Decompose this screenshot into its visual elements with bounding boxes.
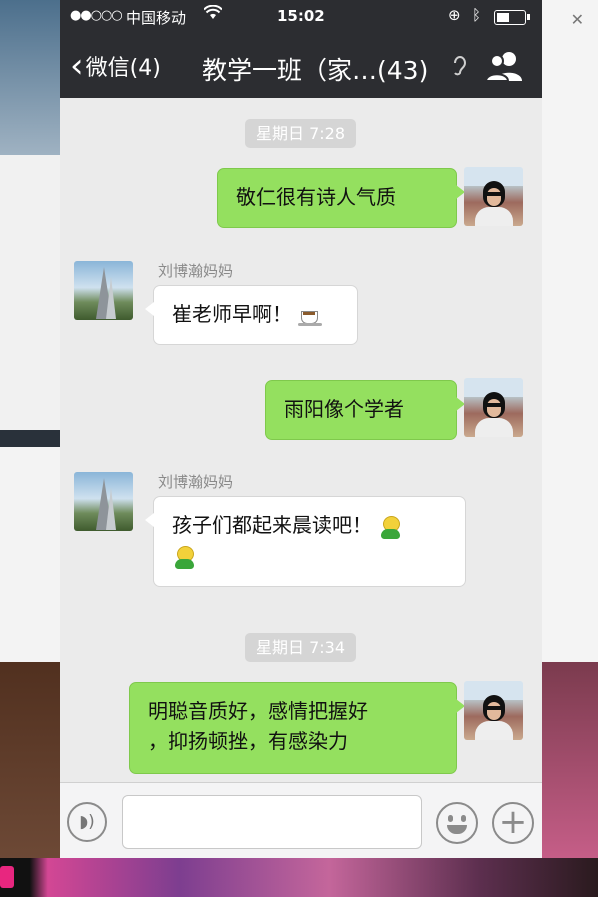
plus-button[interactable]: +: [492, 802, 534, 844]
input-bar: ◗) +: [60, 782, 542, 858]
received-message[interactable]: 孩子们都起来晨读吧！: [145, 496, 466, 587]
my-avatar[interactable]: [464, 378, 523, 437]
received-message[interactable]: 崔老师早啊！: [145, 285, 358, 345]
desktop-left-edge: [0, 0, 60, 860]
sprout-emoji-icon: [172, 544, 198, 570]
desktop-right-edge: [542, 0, 598, 860]
my-avatar[interactable]: [464, 681, 523, 740]
sender-avatar[interactable]: [74, 472, 133, 531]
clock: 15:02: [277, 7, 325, 25]
message-text-line1: 明聪音质好，感情把握好: [148, 699, 368, 723]
coffee-icon: [298, 305, 323, 327]
group-members-icon[interactable]: [484, 50, 525, 82]
message-text-line2: ，抑扬顿挫，有感染力: [148, 729, 348, 753]
timestamp: 星期日 7:34: [245, 633, 356, 662]
battery-icon: [494, 10, 530, 25]
message-text: 崔老师早啊！: [172, 302, 292, 326]
close-icon[interactable]: ✕: [571, 10, 584, 29]
voice-icon: ◗): [79, 812, 95, 832]
carrier-label: 中国移动: [126, 9, 187, 27]
taskbar-app-icon[interactable]: [0, 866, 14, 888]
status-bar: ●●○○○ 中国移动 15:02 ⊕ ᛒ: [60, 0, 542, 34]
back-label: 微信(4): [85, 56, 161, 81]
phone-screen: ●●○○○ 中国移动 15:02 ⊕ ᛒ ‹ 微信(4) 教学一班（家…(43)…: [60, 0, 542, 858]
message-text: 孩子们都起来晨读吧！: [172, 513, 372, 537]
signal-icon: ●●○○○: [70, 8, 123, 23]
sent-message[interactable]: 明聪音质好，感情把握好 ，抑扬顿挫，有感染力: [129, 682, 465, 774]
emoji-button[interactable]: [436, 802, 478, 844]
earpiece-icon: [452, 54, 468, 84]
sent-message[interactable]: 雨阳像个学者: [265, 380, 465, 440]
sender-name: 刘博瀚妈妈: [158, 473, 234, 491]
message-list[interactable]: 星期日 7:28 敬仁很有诗人气质 刘博瀚妈妈 崔老师早啊！ 雨阳像个学者 刘博…: [60, 98, 542, 782]
message-input[interactable]: [122, 795, 422, 849]
bluetooth-icon: ᛒ: [472, 6, 482, 24]
back-button[interactable]: ‹ 微信(4): [70, 46, 161, 86]
desktop-bottom-strip: [0, 858, 598, 897]
sent-message[interactable]: 敬仁很有诗人气质: [217, 168, 465, 228]
timestamp: 星期日 7:28: [245, 119, 356, 148]
chat-header: ‹ 微信(4) 教学一班（家…(43): [60, 34, 542, 98]
rotation-lock-icon: ⊕: [448, 6, 461, 24]
voice-input-button[interactable]: ◗): [67, 802, 107, 842]
chat-title: 教学一班（家…(43): [202, 56, 429, 85]
sprout-emoji-icon: [378, 514, 404, 540]
sender-name: 刘博瀚妈妈: [158, 262, 234, 280]
plus-icon: +: [498, 802, 528, 842]
chevron-left-icon: ‹: [70, 46, 84, 86]
wifi-icon: [203, 4, 223, 25]
my-avatar[interactable]: [464, 167, 523, 226]
sender-avatar[interactable]: [74, 261, 133, 320]
